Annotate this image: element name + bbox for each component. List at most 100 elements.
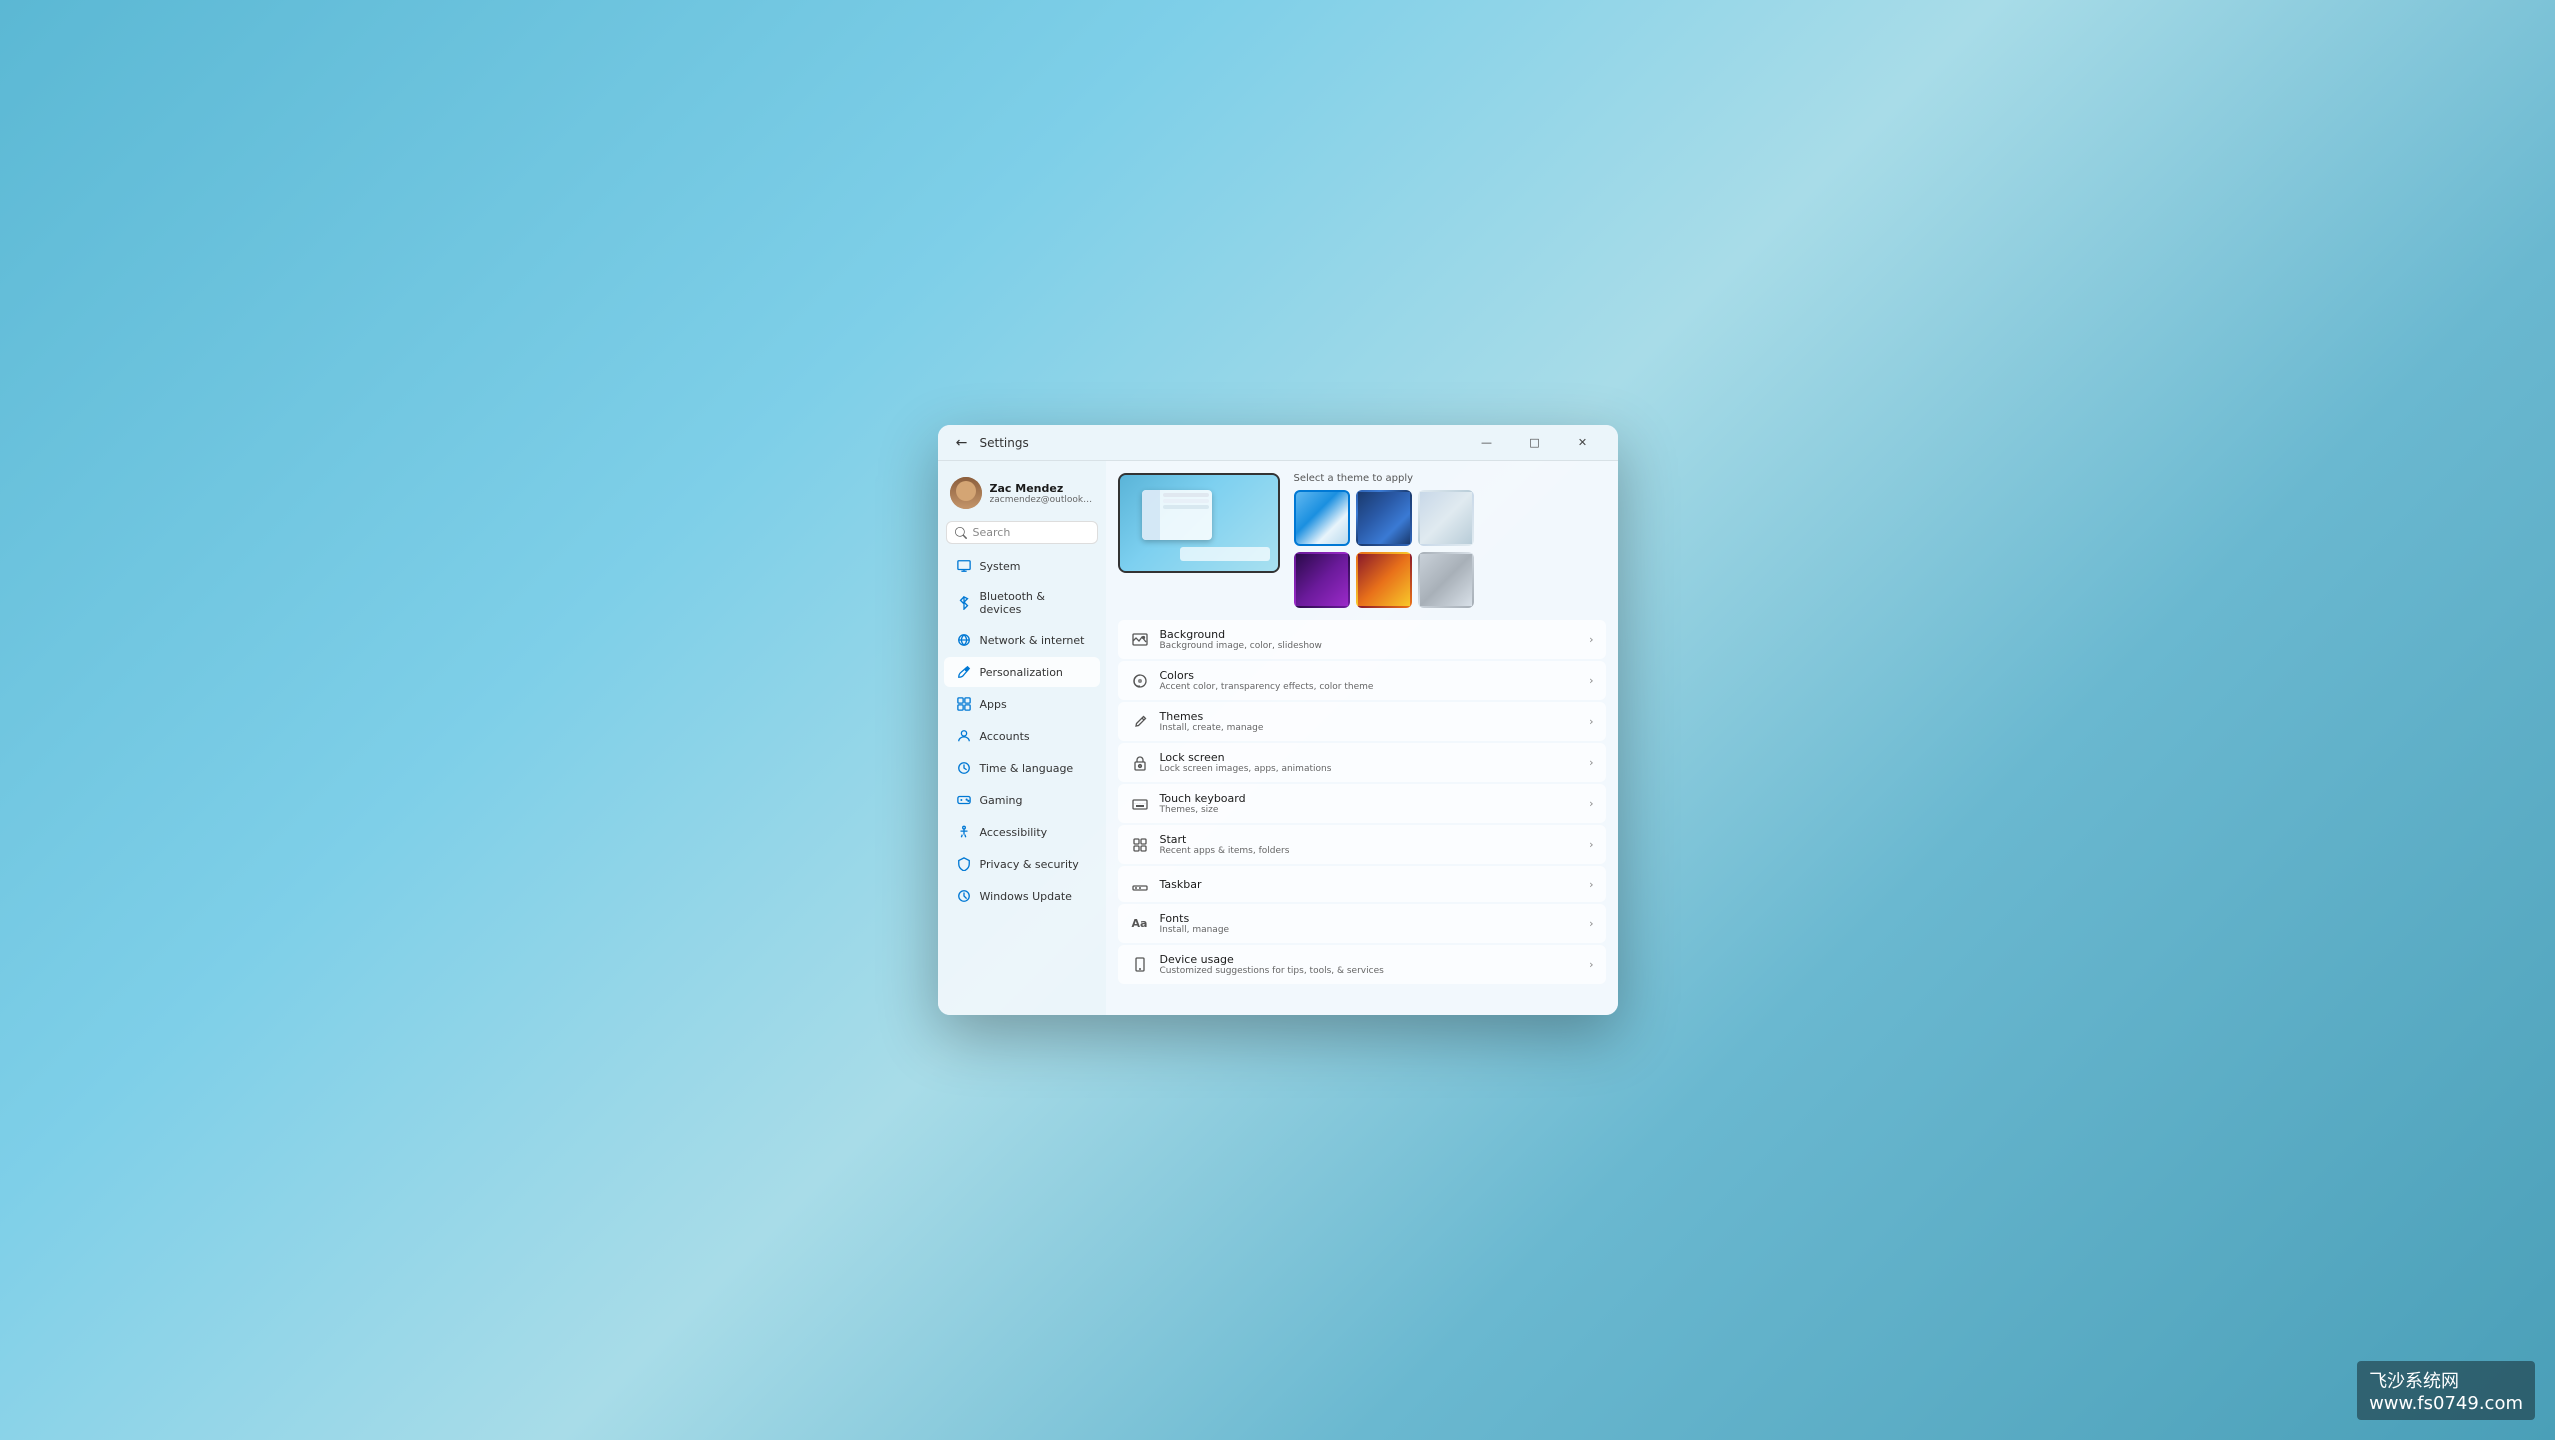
user-info: Zac Mendez zacmendez@outlook.com bbox=[990, 482, 1094, 505]
theme-label: Select a theme to apply bbox=[1294, 473, 1474, 484]
maximize-button[interactable]: □ bbox=[1512, 429, 1558, 457]
settings-item-themes[interactable]: Themes Install, create, manage › bbox=[1118, 702, 1606, 741]
gaming-icon bbox=[956, 792, 972, 808]
back-button[interactable]: ← bbox=[950, 431, 974, 455]
sidebar-item-update[interactable]: Windows Update bbox=[944, 881, 1100, 911]
sidebar-item-apps[interactable]: Apps bbox=[944, 689, 1100, 719]
preview-content bbox=[1120, 475, 1278, 571]
sidebar-label-apps: Apps bbox=[980, 698, 1007, 711]
settings-item-lockscreen[interactable]: Lock screen Lock screen images, apps, an… bbox=[1118, 743, 1606, 782]
colors-name: Colors bbox=[1160, 669, 1580, 682]
sidebar-label-gaming: Gaming bbox=[980, 794, 1023, 807]
start-text: Start Recent apps & items, folders bbox=[1160, 833, 1580, 856]
settings-item-deviceusage[interactable]: Device usage Customized suggestions for … bbox=[1118, 945, 1606, 984]
sidebar-item-personalization[interactable]: Personalization bbox=[944, 657, 1100, 687]
sidebar-label-personalization: Personalization bbox=[980, 666, 1063, 679]
sidebar-label-privacy: Privacy & security bbox=[980, 858, 1079, 871]
apps-icon bbox=[956, 696, 972, 712]
theme-option-3[interactable] bbox=[1418, 490, 1474, 546]
update-icon bbox=[956, 888, 972, 904]
sidebar-label-time: Time & language bbox=[980, 762, 1074, 775]
sidebar-label-network: Network & internet bbox=[980, 634, 1085, 647]
colors-icon bbox=[1130, 671, 1150, 691]
sidebar: Zac Mendez zacmendez@outlook.com Search bbox=[938, 461, 1106, 1015]
settings-window: ← Settings — □ ✕ Zac Mendez zacmendez@ou… bbox=[938, 425, 1618, 1015]
sidebar-item-time[interactable]: Time & language bbox=[944, 753, 1100, 783]
settings-item-start[interactable]: Start Recent apps & items, folders › bbox=[1118, 825, 1606, 864]
user-profile[interactable]: Zac Mendez zacmendez@outlook.com bbox=[938, 469, 1106, 521]
deviceusage-desc: Customized suggestions for tips, tools, … bbox=[1160, 966, 1580, 976]
sidebar-item-gaming[interactable]: Gaming bbox=[944, 785, 1100, 815]
watermark: 飞沙系统网 www.fs0749.com bbox=[2357, 1361, 2535, 1420]
sidebar-label-accounts: Accounts bbox=[980, 730, 1030, 743]
themes-name: Themes bbox=[1160, 710, 1580, 723]
theme-grid-container: Select a theme to apply bbox=[1294, 473, 1474, 608]
sidebar-item-bluetooth[interactable]: Bluetooth & devices bbox=[944, 583, 1100, 623]
fonts-name: Fonts bbox=[1160, 912, 1580, 925]
theme-option-5[interactable] bbox=[1356, 552, 1412, 608]
watermark-line2: www.fs0749.com bbox=[2369, 1393, 2523, 1414]
system-icon bbox=[956, 558, 972, 574]
start-icon bbox=[1130, 835, 1150, 855]
main-content: Select a theme to apply bbox=[1106, 461, 1618, 1015]
theme-section: Select a theme to apply bbox=[1118, 473, 1606, 608]
taskbar-icon bbox=[1130, 874, 1150, 894]
touchkeyboard-text: Touch keyboard Themes, size bbox=[1160, 792, 1580, 815]
lockscreen-chevron: › bbox=[1589, 756, 1593, 769]
personalization-icon bbox=[956, 664, 972, 680]
minimize-button[interactable]: — bbox=[1464, 429, 1510, 457]
themes-chevron: › bbox=[1589, 715, 1593, 728]
search-icon bbox=[955, 527, 967, 539]
settings-item-background[interactable]: Background Background image, color, slid… bbox=[1118, 620, 1606, 659]
colors-desc: Accent color, transparency effects, colo… bbox=[1160, 682, 1580, 692]
colors-chevron: › bbox=[1589, 674, 1593, 687]
theme-option-2[interactable] bbox=[1356, 490, 1412, 546]
lockscreen-desc: Lock screen images, apps, animations bbox=[1160, 764, 1580, 774]
search-placeholder: Search bbox=[973, 526, 1089, 539]
sidebar-item-accessibility[interactable]: Accessibility bbox=[944, 817, 1100, 847]
bluetooth-icon bbox=[956, 595, 972, 611]
sidebar-label-bluetooth: Bluetooth & devices bbox=[980, 590, 1088, 616]
search-box[interactable]: Search bbox=[946, 521, 1098, 544]
window-content: Zac Mendez zacmendez@outlook.com Search bbox=[938, 461, 1618, 1015]
titlebar-title: Settings bbox=[980, 436, 1029, 450]
deviceusage-text: Device usage Customized suggestions for … bbox=[1160, 953, 1580, 976]
themes-text: Themes Install, create, manage bbox=[1160, 710, 1580, 733]
fonts-text: Fonts Install, manage bbox=[1160, 912, 1580, 935]
touchkeyboard-icon bbox=[1130, 794, 1150, 814]
theme-option-6[interactable] bbox=[1418, 552, 1474, 608]
touchkeyboard-chevron: › bbox=[1589, 797, 1593, 810]
settings-item-colors[interactable]: Colors Accent color, transparency effect… bbox=[1118, 661, 1606, 700]
theme-option-1[interactable] bbox=[1294, 490, 1350, 546]
accounts-icon bbox=[956, 728, 972, 744]
background-text: Background Background image, color, slid… bbox=[1160, 628, 1580, 651]
sidebar-item-network[interactable]: Network & internet bbox=[944, 625, 1100, 655]
settings-item-fonts[interactable]: Aa Fonts Install, manage › bbox=[1118, 904, 1606, 943]
lockscreen-icon bbox=[1130, 753, 1150, 773]
themes-desc: Install, create, manage bbox=[1160, 723, 1580, 733]
background-icon bbox=[1130, 630, 1150, 650]
sidebar-label-update: Windows Update bbox=[980, 890, 1072, 903]
theme-option-4[interactable] bbox=[1294, 552, 1350, 608]
settings-item-taskbar[interactable]: Taskbar › bbox=[1118, 866, 1606, 902]
time-icon bbox=[956, 760, 972, 776]
titlebar-nav: ← Settings bbox=[950, 431, 1464, 455]
sidebar-item-system[interactable]: System bbox=[944, 551, 1100, 581]
titlebar: ← Settings — □ ✕ bbox=[938, 425, 1618, 461]
close-button[interactable]: ✕ bbox=[1560, 429, 1606, 457]
sidebar-item-accounts[interactable]: Accounts bbox=[944, 721, 1100, 751]
theme-preview bbox=[1118, 473, 1280, 573]
themes-icon bbox=[1130, 712, 1150, 732]
colors-text: Colors Accent color, transparency effect… bbox=[1160, 669, 1580, 692]
start-name: Start bbox=[1160, 833, 1580, 846]
lockscreen-name: Lock screen bbox=[1160, 751, 1580, 764]
start-chevron: › bbox=[1589, 838, 1593, 851]
settings-item-touchkeyboard[interactable]: Touch keyboard Themes, size › bbox=[1118, 784, 1606, 823]
sidebar-label-system: System bbox=[980, 560, 1021, 573]
user-name: Zac Mendez bbox=[990, 482, 1094, 495]
settings-list: Background Background image, color, slid… bbox=[1118, 620, 1606, 984]
deviceusage-name: Device usage bbox=[1160, 953, 1580, 966]
fonts-icon: Aa bbox=[1130, 914, 1150, 934]
start-desc: Recent apps & items, folders bbox=[1160, 846, 1580, 856]
sidebar-item-privacy[interactable]: Privacy & security bbox=[944, 849, 1100, 879]
